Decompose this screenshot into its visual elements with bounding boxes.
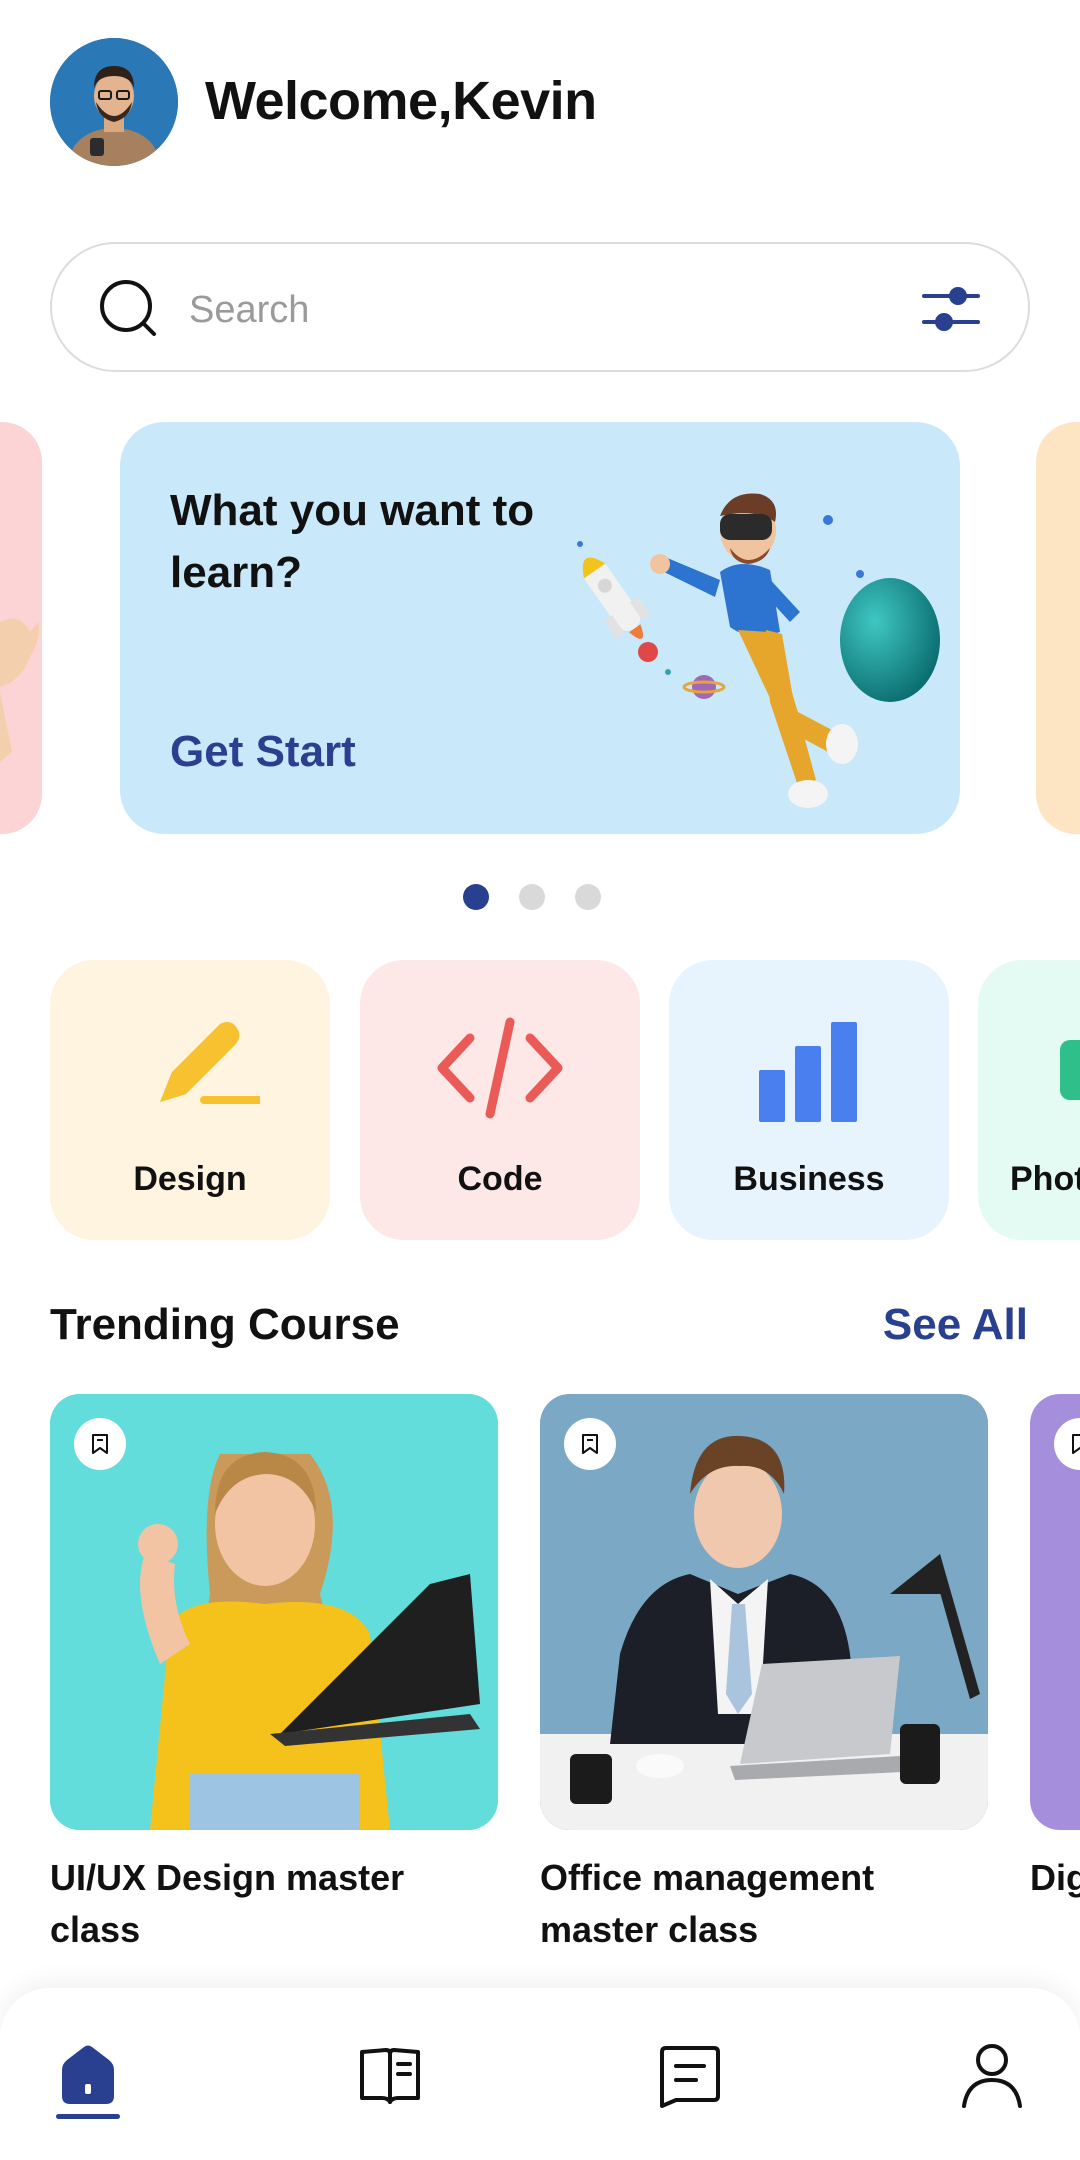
search-input[interactable] bbox=[189, 280, 889, 340]
filter-sliders-icon[interactable] bbox=[922, 282, 980, 336]
home-icon[interactable] bbox=[50, 2036, 126, 2112]
photo-icon bbox=[1060, 1040, 1080, 1100]
category-label: Phot bbox=[1010, 1160, 1080, 1198]
course-title[interactable]: Dig ma bbox=[1030, 1852, 1080, 1904]
banner-title: What you want to learn? bbox=[170, 486, 535, 597]
bookmark-icon bbox=[582, 1434, 598, 1454]
bookmark-icon bbox=[1072, 1434, 1080, 1454]
pencil-icon bbox=[160, 1022, 260, 1104]
document-icon[interactable] bbox=[652, 2036, 728, 2112]
category-design[interactable]: Design bbox=[50, 960, 330, 1240]
course-card-image[interactable] bbox=[540, 1394, 988, 1830]
book-icon[interactable] bbox=[352, 2036, 428, 2112]
see-all-link[interactable]: See All bbox=[883, 1300, 1028, 1350]
search-icon bbox=[100, 280, 156, 336]
category-label: Business bbox=[733, 1160, 885, 1198]
bookmark-button[interactable] bbox=[564, 1418, 616, 1470]
banner-peek-next[interactable] bbox=[1036, 422, 1080, 834]
bottom-navigation bbox=[0, 1988, 1080, 2160]
banner-peek-previous[interactable] bbox=[0, 422, 42, 834]
active-tab-indicator bbox=[56, 2114, 120, 2119]
user-avatar bbox=[50, 38, 178, 166]
category-photo[interactable]: Phot bbox=[978, 960, 1080, 1240]
course-title[interactable]: Office management master class bbox=[540, 1852, 960, 1956]
category-code[interactable]: Code bbox=[360, 960, 640, 1240]
welcome-heading: Welcome,Kevin bbox=[205, 71, 597, 131]
course-card-image[interactable] bbox=[50, 1394, 498, 1830]
course-card-image[interactable] bbox=[1030, 1394, 1080, 1830]
bookmark-icon bbox=[92, 1434, 108, 1454]
vr-astronaut-illustration bbox=[577, 493, 940, 808]
bookmark-button[interactable] bbox=[1054, 1418, 1080, 1470]
carousel-dot-3[interactable] bbox=[575, 884, 601, 910]
course-title[interactable]: UI/UX Design master class bbox=[50, 1852, 470, 1956]
carousel-dot-2[interactable] bbox=[519, 884, 545, 910]
section-title-trending: Trending Course bbox=[50, 1300, 400, 1349]
get-start-link[interactable]: Get Start bbox=[170, 727, 356, 777]
category-label: Code bbox=[457, 1160, 543, 1198]
promo-banner[interactable]: What you want to learn? Get Start bbox=[120, 422, 960, 834]
bookmark-button[interactable] bbox=[74, 1418, 126, 1470]
category-label: Design bbox=[133, 1160, 247, 1198]
search-bar[interactable] bbox=[50, 242, 1030, 372]
hand-illustration bbox=[0, 618, 39, 762]
code-icon bbox=[437, 1017, 563, 1119]
avatar[interactable] bbox=[50, 38, 178, 166]
profile-icon[interactable] bbox=[954, 2036, 1030, 2112]
category-business[interactable]: Business bbox=[669, 960, 949, 1240]
carousel-dot-1[interactable] bbox=[463, 884, 489, 910]
bar-chart-icon bbox=[759, 1022, 857, 1122]
